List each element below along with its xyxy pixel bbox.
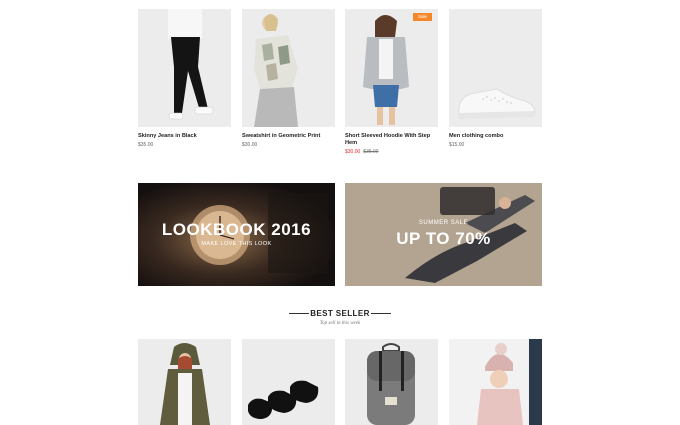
product-price: $30.00 bbox=[242, 142, 258, 148]
product-photo-hoodie bbox=[345, 9, 438, 127]
lookbook-title: LOOKBOOK 2016 bbox=[161, 220, 312, 239]
product-name[interactable]: Sweatshirt in Geometric Print bbox=[242, 133, 335, 140]
product-price: $30.00 $35.00 bbox=[345, 149, 438, 155]
product-card[interactable]: Skinny Jeans in Black $35.00 bbox=[138, 9, 231, 148]
summer-sale-subtitle: SUMMER SALE bbox=[418, 220, 469, 226]
product-photo-backpack bbox=[345, 339, 438, 425]
product-photo-sneaker bbox=[449, 9, 542, 127]
original-price: $35.00 bbox=[363, 149, 379, 155]
product-photo-sweatshirt bbox=[242, 9, 335, 127]
product-name[interactable]: Skinny Jeans in Black bbox=[138, 133, 231, 140]
product-price: $35.00 bbox=[138, 142, 154, 148]
product-grid: Skinny Jeans in Black $35.00 Sweatshirt … bbox=[138, 9, 542, 159]
product-photo-jacket bbox=[138, 339, 231, 425]
lookbook-banner[interactable]: LOOKBOOK 2016 MAKE LOVE THIS LOOK bbox=[138, 183, 335, 286]
best-seller-subtitle: Top sell in this week bbox=[319, 321, 361, 326]
product-photo-jeans bbox=[138, 9, 231, 127]
product-image[interactable] bbox=[449, 9, 542, 127]
product-image[interactable] bbox=[138, 9, 231, 127]
product-image[interactable]: Sale bbox=[345, 9, 438, 127]
product-image[interactable] bbox=[138, 339, 231, 425]
divider-right bbox=[371, 313, 391, 314]
summer-sale-banner[interactable]: SUMMER SALE UP TO 70% bbox=[345, 183, 542, 286]
product-image[interactable] bbox=[242, 9, 335, 127]
product-name[interactable]: Men clothing combo bbox=[449, 133, 542, 140]
product-photo-beanie bbox=[449, 339, 542, 425]
product-card[interactable]: Sale Short Sleeved Hoodie With Step Hem … bbox=[345, 9, 438, 155]
summer-sale-title: UP TO 70% bbox=[396, 229, 491, 248]
lookbook-subtitle: MAKE LOVE THIS LOOK bbox=[201, 241, 272, 247]
product-name[interactable]: Short Sleeved Hoodie With Step Hem bbox=[345, 133, 435, 147]
product-image[interactable] bbox=[345, 339, 438, 425]
product-card[interactable]: Men clothing combo $15.00 bbox=[449, 9, 542, 148]
sale-badge: Sale bbox=[412, 13, 432, 21]
product-card[interactable]: Sweatshirt in Geometric Print $30.00 bbox=[242, 9, 335, 148]
best-seller-heading: BEST SELLER bbox=[310, 309, 370, 318]
sale-price: $30.00 bbox=[345, 149, 361, 155]
product-photo-socks bbox=[242, 339, 335, 425]
product-price: $15.00 bbox=[449, 142, 465, 148]
page: Skinny Jeans in Black $35.00 Sweatshirt … bbox=[0, 0, 680, 425]
product-image[interactable] bbox=[242, 339, 335, 425]
product-image[interactable] bbox=[449, 339, 542, 425]
